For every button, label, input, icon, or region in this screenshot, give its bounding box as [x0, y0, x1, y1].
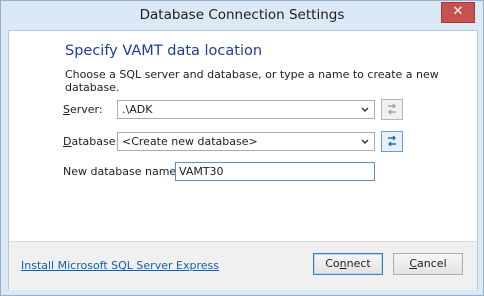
database-refresh-button[interactable]: [381, 131, 403, 152]
connect-label-post: nect: [346, 257, 371, 270]
server-label-mnemonic: S: [63, 103, 70, 116]
dialog-heading: Specify VAMT data location: [65, 43, 263, 59]
database-combobox[interactable]: <Create new database>: [117, 132, 375, 151]
server-value: .\ADK: [122, 103, 153, 116]
dialog-subtitle: Choose a SQL server and database, or typ…: [65, 68, 439, 94]
server-refresh-button[interactable]: [381, 99, 403, 120]
title-bar[interactable]: Database Connection Settings ✕: [1, 1, 483, 30]
database-label-rest: atabase:: [71, 135, 120, 148]
connect-label-pre: Co: [325, 257, 340, 270]
database-label: Database:: [63, 135, 119, 148]
dialog-body: Specify VAMT data location Choose a SQL …: [8, 30, 478, 290]
server-combobox[interactable]: .\ADK: [117, 100, 375, 119]
new-database-name-label: New database name:: [63, 165, 180, 178]
chevron-down-icon: [361, 139, 369, 144]
chevron-down-icon: [361, 107, 369, 112]
install-sql-express-link[interactable]: Install Microsoft SQL Server Express: [21, 259, 219, 272]
dialog-footer: Install Microsoft SQL Server Express Con…: [9, 241, 477, 290]
refresh-icon: [388, 103, 396, 115]
close-icon: ✕: [452, 4, 464, 19]
cancel-label-rest: ancel: [417, 257, 447, 270]
close-button[interactable]: ✕: [441, 2, 475, 23]
new-database-name-value: VAMT30: [179, 165, 224, 178]
server-label-rest: erver:: [69, 103, 103, 116]
window-title: Database Connection Settings: [139, 7, 345, 23]
cancel-label-mnemonic: C: [409, 257, 418, 270]
server-label: Server:: [63, 103, 103, 116]
new-database-name-input[interactable]: VAMT30: [175, 162, 375, 181]
refresh-icon: [388, 135, 396, 147]
connect-button[interactable]: Connect: [313, 253, 383, 275]
dialog-window: Database Connection Settings ✕ Specify V…: [0, 0, 484, 296]
cancel-button[interactable]: Cancel: [393, 253, 463, 275]
connect-label-mnemonic: n: [339, 257, 347, 270]
database-value: <Create new database>: [122, 135, 258, 148]
